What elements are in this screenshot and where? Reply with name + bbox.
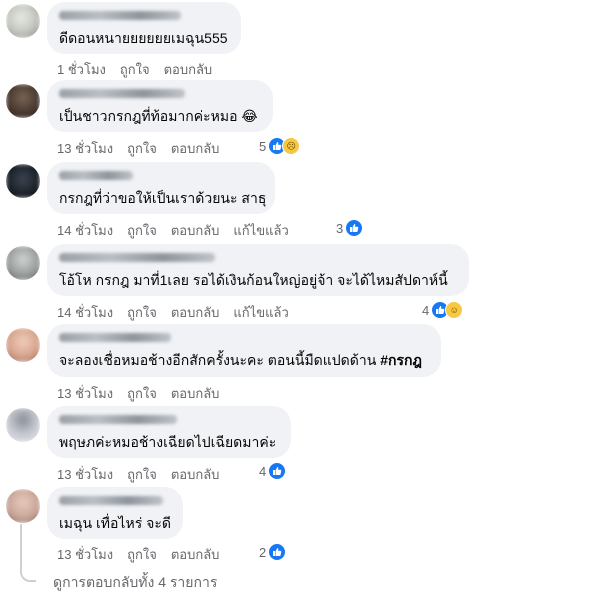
comment-text: ดีดอนหนายยยยยยเมฉุน555 [59, 30, 228, 46]
reaction-count: 4 [422, 302, 430, 318]
commenter-name-blurred[interactable] [59, 496, 163, 505]
like-button[interactable]: ถูกใจ [127, 547, 157, 562]
commenter-name-blurred[interactable] [59, 253, 215, 262]
comment-text: กรกฎที่ว่าขอให้เป็นเราด้วยนะ สาธุ [59, 190, 267, 206]
avatar[interactable] [6, 246, 40, 280]
avatar[interactable] [6, 4, 40, 38]
reaction-summary[interactable]: 4 ☺ [422, 301, 464, 319]
comment-timestamp[interactable]: 13 ชั่วโมง [57, 467, 113, 482]
comment-actions: 13 ชั่วโมง ถูกใจ ตอบกลับ [57, 383, 233, 404]
reaction-count: 3 [336, 220, 344, 236]
comment-bubble: จะลองเชื่อหมอช้างอีกสักครั้งนะคะ ตอนนี้ม… [47, 324, 441, 377]
comment-text: เป็นชาวกรกฎที่ท้อมากค่ะหมอ 😂 [59, 108, 258, 124]
like-button[interactable]: ถูกใจ [127, 467, 157, 482]
like-button[interactable]: ถูกใจ [127, 141, 157, 156]
comment-bubble: โอ้โห กรกฎ มาที่1เลย รอได้เงินก้อนใหญ่อย… [47, 244, 469, 296]
avatar[interactable] [6, 489, 40, 523]
comment-actions: 14 ชั่วโมง ถูกใจ ตอบกลับ แก้ไขแล้ว [57, 220, 303, 241]
like-icon [345, 219, 364, 237]
comment-actions: 13 ชั่วโมง ถูกใจ ตอบกลับ [57, 464, 233, 485]
comment-actions: 13 ชั่วโมง ถูกใจ ตอบกลับ [57, 138, 233, 159]
reaction-count: 5 [259, 138, 267, 154]
commenter-name-blurred[interactable] [59, 171, 133, 180]
comment-bubble: เป็นชาวกรกฎที่ท้อมากค่ะหมอ 😂 [47, 80, 273, 132]
like-icon [268, 462, 287, 480]
comment-text: จะลองเชื่อหมอช้างอีกสักครั้งนะคะ ตอนนี้ม… [59, 352, 422, 368]
comment-bubble: พฤษภค่ะหมอช้างเฉียดไปเฉียดมาค่ะ [47, 406, 291, 458]
comment-text: โอ้โห กรกฎ มาที่1เลย รอได้เงินก้อนใหญ่อย… [59, 272, 448, 288]
reply-thread-line [20, 524, 36, 582]
like-button[interactable]: ถูกใจ [127, 223, 157, 238]
comment-bubble: ดีดอนหนายยยยยยเมฉุน555 [47, 2, 241, 54]
commenter-name-blurred[interactable] [59, 333, 171, 342]
reaction-summary[interactable]: 5 ☹ [259, 137, 301, 155]
reply-button[interactable]: ตอบกลับ [164, 62, 213, 77]
comment-bubble: กรกฎที่ว่าขอให้เป็นเราด้วยนะ สาธุ [47, 162, 275, 214]
comment-text: พฤษภค่ะหมอช้างเฉียดไปเฉียดมาค่ะ [59, 434, 277, 450]
commenter-name-blurred[interactable] [59, 89, 185, 98]
like-button[interactable]: ถูกใจ [120, 62, 150, 77]
commenter-name-blurred[interactable] [59, 415, 177, 424]
comment-bubble: เมฉุน เทื่อไหร่ จะดี [47, 487, 183, 539]
avatar[interactable] [6, 84, 40, 118]
reply-button[interactable]: ตอบกลับ [171, 141, 220, 156]
laugh-icon: ☺ [445, 301, 464, 319]
comment-actions: 1 ชั่วโมง ถูกใจ ตอบกลับ [57, 59, 226, 80]
like-icon [268, 543, 287, 561]
avatar[interactable] [6, 164, 40, 198]
reply-button[interactable]: ตอบกลับ [171, 547, 220, 562]
hashtag-link[interactable]: #กรกฎ [380, 352, 422, 368]
reply-button[interactable]: ตอบกลับ [171, 223, 220, 238]
reply-button[interactable]: ตอบกลับ [171, 467, 220, 482]
comment-timestamp[interactable]: 14 ชั่วโมง [57, 305, 113, 320]
reply-button[interactable]: ตอบกลับ [171, 305, 220, 320]
comment-text: เมฉุน เทื่อไหร่ จะดี [59, 515, 171, 531]
like-button[interactable]: ถูกใจ [127, 305, 157, 320]
reaction-summary[interactable]: 4 [259, 462, 287, 480]
comment-timestamp[interactable]: 14 ชั่วโมง [57, 223, 113, 238]
reply-button[interactable]: ตอบกลับ [171, 386, 220, 401]
comment-actions: 13 ชั่วโมง ถูกใจ ตอบกลับ [57, 544, 233, 565]
avatar[interactable] [6, 328, 40, 362]
edited-label[interactable]: แก้ไขแล้ว [233, 223, 288, 238]
reaction-count: 4 [259, 463, 267, 479]
like-button[interactable]: ถูกใจ [127, 386, 157, 401]
comment-timestamp[interactable]: 13 ชั่วโมง [57, 141, 113, 156]
comment-timestamp[interactable]: 13 ชั่วโมง [57, 386, 113, 401]
reaction-count: 2 [259, 544, 267, 560]
commenter-name-blurred[interactable] [59, 11, 181, 20]
view-all-replies-link[interactable]: ดูการตอบกลับทั้ง 4 รายการ [53, 572, 217, 594]
edited-label[interactable]: แก้ไขแล้ว [233, 305, 288, 320]
comment-timestamp[interactable]: 1 ชั่วโมง [57, 62, 106, 77]
comment-actions: 14 ชั่วโมง ถูกใจ ตอบกลับ แก้ไขแล้ว [57, 302, 303, 323]
comment-timestamp[interactable]: 13 ชั่วโมง [57, 547, 113, 562]
reaction-summary[interactable]: 3 [336, 219, 364, 237]
reaction-summary[interactable]: 2 [259, 543, 287, 561]
sad-icon: ☹ [282, 137, 301, 155]
avatar[interactable] [6, 408, 40, 442]
